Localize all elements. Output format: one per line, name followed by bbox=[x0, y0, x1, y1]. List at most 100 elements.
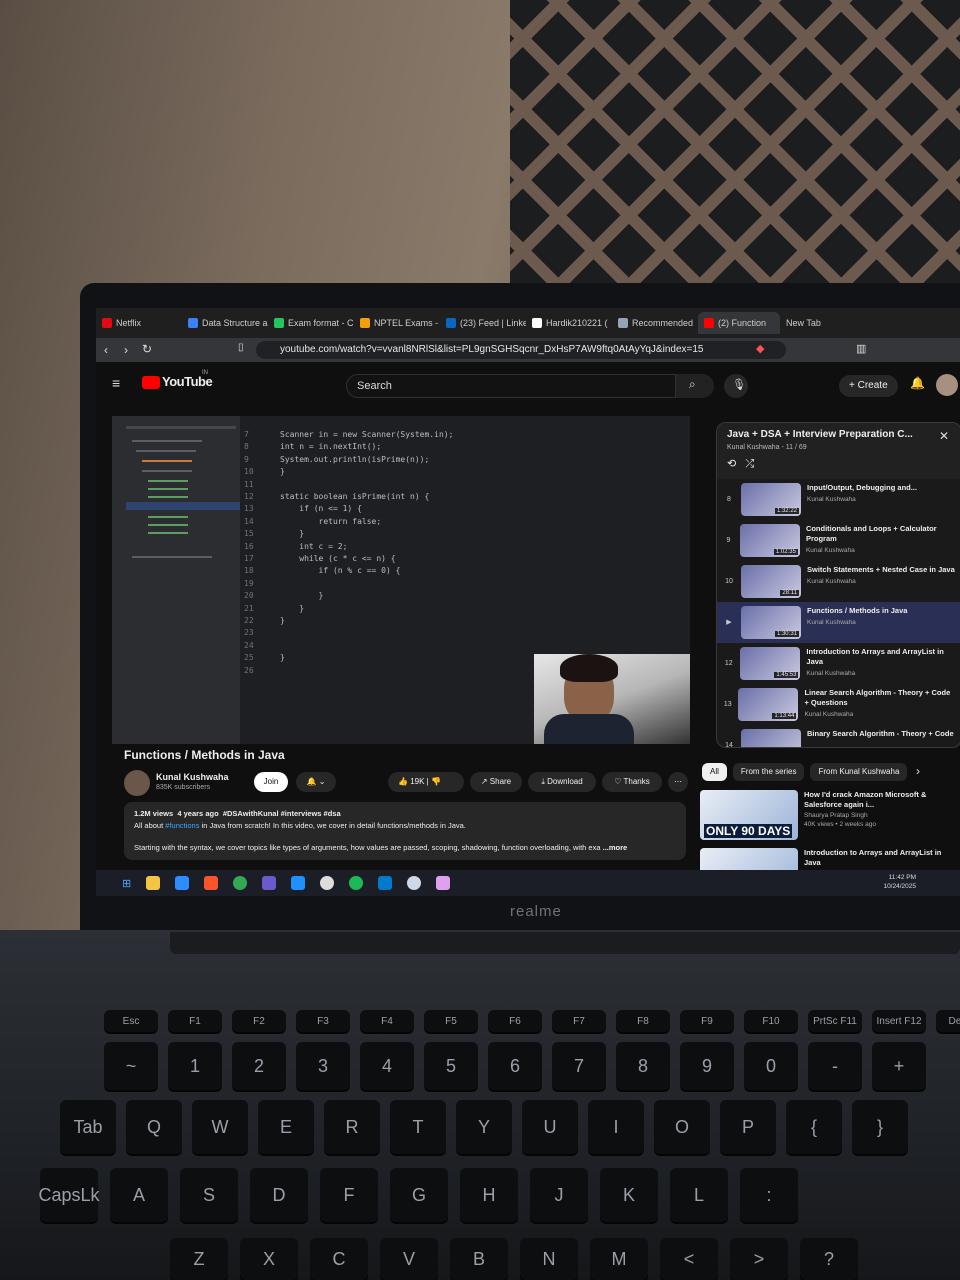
keyboard-key[interactable]: N bbox=[520, 1238, 578, 1280]
keyboard-key[interactable]: Y bbox=[456, 1100, 512, 1154]
channel-avatar[interactable] bbox=[124, 770, 150, 796]
chrome-icon[interactable] bbox=[233, 876, 248, 890]
loop-icon[interactable]: ⟲ bbox=[727, 458, 736, 470]
browser-tab[interactable]: (23) Feed | Linke bbox=[440, 312, 526, 334]
keyboard-key[interactable]: W bbox=[192, 1100, 248, 1154]
browser-tab[interactable]: Exam format - C bbox=[268, 312, 354, 334]
playlist-item[interactable]: 13 1:13:44 Linear Search Algorithm - Theor… bbox=[717, 684, 960, 725]
video-player[interactable]: 7 Scanner in = new Scanner(System.in); 8 in… bbox=[112, 416, 690, 744]
keyboard-key[interactable]: V bbox=[380, 1238, 438, 1280]
start-icon[interactable]: ⊞ bbox=[122, 877, 131, 890]
brave-icon[interactable] bbox=[204, 876, 219, 890]
keyboard-key[interactable]: 2 bbox=[232, 1042, 286, 1090]
browser-tab[interactable]: Hardik210221 ( bbox=[526, 312, 612, 334]
keyboard-key[interactable]: H bbox=[460, 1168, 518, 1222]
keyboard-key[interactable]: 7 bbox=[552, 1042, 606, 1090]
browser-tab[interactable]: Data Structure a bbox=[182, 312, 268, 334]
keyboard-key[interactable]: 8 bbox=[616, 1042, 670, 1090]
keyboard-key[interactable]: F8 bbox=[616, 1010, 670, 1032]
browser-tab[interactable]: New Tab bbox=[780, 312, 866, 334]
keyboard-key[interactable]: C bbox=[310, 1238, 368, 1280]
keyboard-key[interactable]: F9 bbox=[680, 1010, 734, 1032]
keyboard-key[interactable]: Q bbox=[126, 1100, 182, 1154]
share-button[interactable]: ↗ Share bbox=[470, 772, 522, 792]
keyboard-key[interactable]: } bbox=[852, 1100, 908, 1154]
hashtags[interactable]: #DSAwithKunal #interviews #dsa bbox=[223, 809, 341, 818]
join-button[interactable]: Join bbox=[254, 772, 288, 792]
system-clock[interactable]: 11:42 PM 10/24/2025 bbox=[883, 873, 916, 891]
more-link[interactable]: ...more bbox=[603, 843, 628, 852]
keyboard-key[interactable]: R bbox=[324, 1100, 380, 1154]
browser-tab[interactable]: (2) Function bbox=[698, 312, 780, 334]
keyboard-key[interactable]: F5 bbox=[424, 1010, 478, 1032]
keyboard-key[interactable]: 6 bbox=[488, 1042, 542, 1090]
notification-bell-button[interactable]: 🔔 ⌄ bbox=[296, 772, 336, 792]
address-bar[interactable]: youtube.com/watch?v=vvanl8NRlSl&list=PL9… bbox=[256, 341, 786, 359]
browser-tab[interactable]: NPTEL Exams - I bbox=[354, 312, 440, 334]
keyboard-key[interactable]: I bbox=[588, 1100, 644, 1154]
keyboard-key[interactable]: + bbox=[872, 1042, 926, 1090]
keyboard-key[interactable]: F4 bbox=[360, 1010, 414, 1032]
menu-icon[interactable]: ≡ bbox=[112, 375, 120, 391]
app-icon[interactable] bbox=[175, 876, 190, 890]
shuffle-icon[interactable]: ⤮ bbox=[745, 458, 754, 470]
keyboard-key[interactable]: CapsLk bbox=[38, 1168, 100, 1222]
keyboard-key[interactable]: X bbox=[240, 1238, 298, 1280]
keyboard-key[interactable]: PrtSc F11 bbox=[808, 1010, 862, 1032]
keyboard-key[interactable]: 1 bbox=[168, 1042, 222, 1090]
bookmark-icon[interactable]: ▯ bbox=[238, 342, 244, 353]
keyboard-key[interactable]: B bbox=[450, 1238, 508, 1280]
keyboard-key[interactable]: < bbox=[660, 1238, 718, 1280]
keyboard-key[interactable]: F6 bbox=[488, 1010, 542, 1032]
app3-icon[interactable] bbox=[436, 876, 451, 890]
like-button[interactable]: 👍 19K | 👎 bbox=[388, 772, 464, 792]
account-avatar[interactable] bbox=[936, 374, 958, 396]
playlist-item[interactable]: 14 Binary Search Algorithm - Theory + Cod… bbox=[717, 725, 960, 747]
playlist-item[interactable]: 8 1:32:22 Input/Output, Debugging and... Ku… bbox=[717, 479, 960, 520]
keyboard-key[interactable]: 4 bbox=[360, 1042, 414, 1090]
extension-icon[interactable]: ◆ bbox=[756, 342, 764, 355]
keyboard-key[interactable]: P bbox=[720, 1100, 776, 1154]
keyboard-key[interactable]: Z bbox=[170, 1238, 228, 1280]
download-button[interactable]: ⤓ Download bbox=[528, 772, 596, 792]
keyboard-key[interactable]: F3 bbox=[296, 1010, 350, 1032]
chips-next-icon[interactable]: › bbox=[916, 764, 920, 778]
filter-chip[interactable]: From Kunal Kushwaha bbox=[810, 763, 908, 781]
keyboard-key[interactable]: ? bbox=[800, 1238, 858, 1280]
youtube-logo-text[interactable]: YouTube bbox=[162, 374, 213, 389]
keyboard-key[interactable]: L bbox=[670, 1168, 728, 1222]
spotify-icon[interactable] bbox=[349, 876, 364, 890]
keyboard-key[interactable]: Esc bbox=[104, 1010, 158, 1032]
file-explorer-icon[interactable] bbox=[146, 876, 161, 890]
playlist-item[interactable]: ▶ 1:30:31 Functions / Methods in Java Kunal… bbox=[717, 602, 960, 643]
sidebar-icon[interactable]: ▥ bbox=[856, 342, 866, 355]
keyboard-key[interactable]: > bbox=[730, 1238, 788, 1280]
keyboard-key[interactable]: U bbox=[522, 1100, 578, 1154]
functions-hashtag[interactable]: #functions bbox=[165, 821, 199, 830]
chatgpt-icon[interactable] bbox=[320, 876, 335, 890]
back-icon[interactable]: ‹ bbox=[104, 343, 108, 357]
app2-icon[interactable] bbox=[407, 876, 422, 890]
filter-chip[interactable]: From the series bbox=[732, 763, 805, 781]
bell-icon[interactable]: 🔔 bbox=[910, 376, 925, 390]
keyboard-key[interactable]: D bbox=[250, 1168, 308, 1222]
playlist-item[interactable]: 9 1:02:35 Conditionals and Loops + Calcula… bbox=[717, 520, 960, 561]
keyboard-key[interactable]: F10 bbox=[744, 1010, 798, 1032]
keyboard-key[interactable]: F bbox=[320, 1168, 378, 1222]
video-description[interactable]: 1.2M views 4 years ago #DSAwithKunal #in… bbox=[124, 802, 686, 860]
youtube-logo-icon[interactable] bbox=[142, 376, 160, 389]
voice-search-button[interactable]: 🎙 bbox=[724, 374, 748, 398]
playlist-item[interactable]: 10 28:11 Switch Statements + Nested Case i… bbox=[717, 561, 960, 602]
playlist-item[interactable]: 12 1:45:53 Introduction to Arrays and Arra… bbox=[717, 643, 960, 684]
keyboard-key[interactable]: Tab bbox=[60, 1100, 116, 1154]
keyboard-key[interactable]: 5 bbox=[424, 1042, 478, 1090]
keyboard-key[interactable]: O bbox=[654, 1100, 710, 1154]
keyboard-key[interactable]: - bbox=[808, 1042, 862, 1090]
search-input[interactable]: Search bbox=[346, 374, 676, 398]
keyboard-key[interactable]: G bbox=[390, 1168, 448, 1222]
keyboard-key[interactable]: Insert F12 bbox=[872, 1010, 926, 1032]
keyboard-key[interactable]: A bbox=[110, 1168, 168, 1222]
filter-chip[interactable]: All bbox=[702, 763, 727, 781]
vscode-icon[interactable] bbox=[378, 876, 393, 890]
thanks-button[interactable]: ♡ Thanks bbox=[602, 772, 662, 792]
